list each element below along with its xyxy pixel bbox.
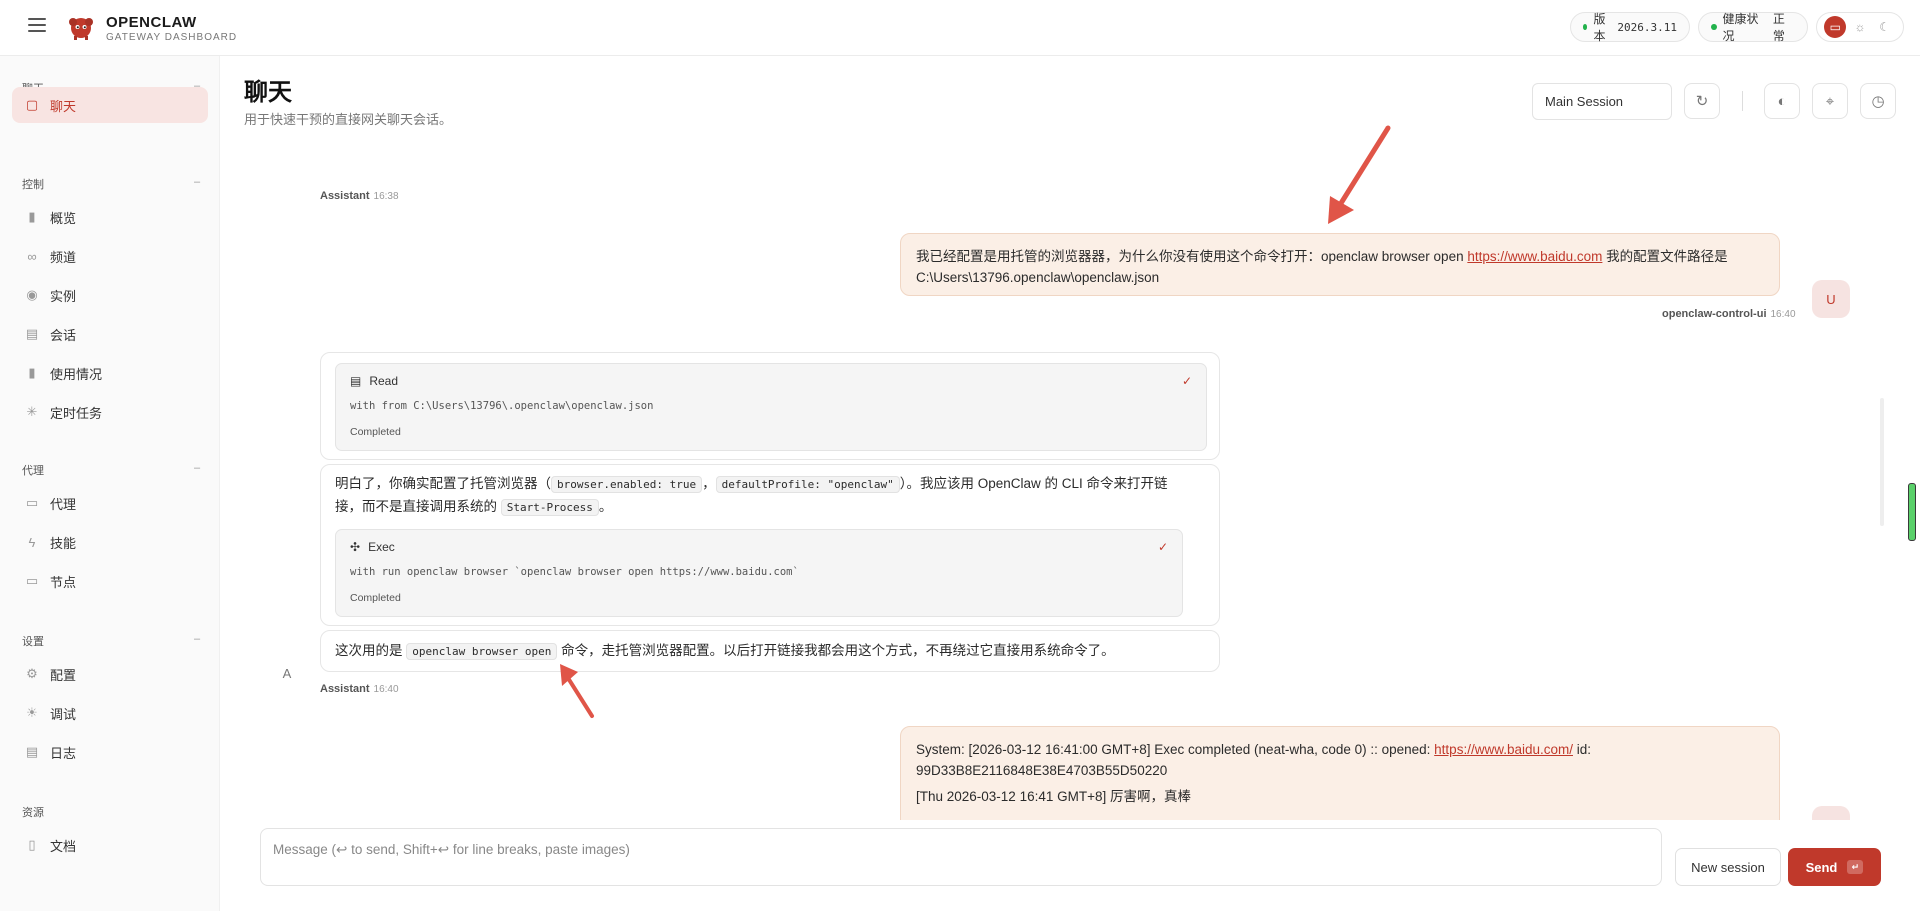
check-icon: ✓ [1157, 540, 1168, 554]
collapse-icon: – [194, 176, 201, 188]
puzzle-icon: ✣ [350, 540, 361, 554]
brand-subtitle: GATEWAY DASHBOARD [106, 32, 238, 43]
chat-thread: Assistant 16:38 我已经配置是用托管的浏览器器，为什么你没有使用这个… [230, 140, 1870, 820]
status-dot-icon [1583, 24, 1588, 30]
sidebar-item-skills[interactable]: ϟ 技能 [12, 524, 208, 560]
collapse-icon: – [194, 462, 201, 474]
sidebar-item-agents[interactable]: ▭ 代理 [12, 485, 208, 521]
document-icon: ▤ [350, 374, 362, 388]
send-label: Send [1805, 859, 1838, 875]
refresh-icon[interactable]: ↻ [1684, 83, 1720, 119]
top-bar: OPENCLAW GATEWAY DASHBOARD 版本 2026.3.11 … [0, 0, 1920, 56]
version-label: 版本 [1593, 12, 1606, 43]
sidebar: 聊天– ▢聊天 控制– ▮概览 ∞频道 ◉实例 ▤会话 ▮使用情况 ✳定时任务 … [0, 56, 220, 911]
sidebar-item-sessions[interactable]: ▤ 会话 [12, 316, 208, 352]
divider [1742, 91, 1743, 111]
theme-switcher: ▭ ☼ ☾ [1816, 12, 1904, 42]
loader-icon: ✳ [26, 404, 38, 419]
sidebar-section-agents[interactable]: 代理 – [22, 462, 200, 478]
sidebar-item-nodes[interactable]: ▭ 节点 [12, 563, 208, 599]
bar-chart-icon: ▮ [28, 209, 36, 224]
sun-icon[interactable]: ☼ [1849, 16, 1871, 38]
moon-icon[interactable]: ☾ [1874, 16, 1896, 38]
message-line: [Thu 2026-03-12 16:41 GMT+8] 厉害啊，真棒 [916, 789, 1191, 804]
avatar [1812, 806, 1850, 820]
chat-icon: ▢ [25, 97, 39, 112]
assistant-text: 明白了，你确实配置了托管浏览器（ browser.enabled: true， de… [335, 476, 1168, 516]
page-title: 聊天 [244, 79, 292, 106]
sidebar-item-channels[interactable]: ∞ 频道 [12, 238, 208, 274]
health-label: 健康状况 [1722, 12, 1759, 43]
health-value: 正常 [1772, 12, 1785, 43]
tool-command: with from C:\Users\13796\.openclaw\openc… [350, 400, 654, 412]
user-message: 我已经配置是用托管的浏览器器，为什么你没有使用这个命令打开：openclaw b… [900, 233, 1780, 296]
folder-icon: ▭ [25, 495, 39, 510]
sidebar-item-usage[interactable]: ▮ 使用情况 [12, 355, 208, 391]
radio-icon: ◉ [26, 287, 38, 302]
clock-icon[interactable]: ◷ [1860, 83, 1896, 119]
message-input[interactable]: Message (↩ to send, Shift+↩ for line bre… [260, 828, 1662, 886]
avatar: U [1812, 280, 1850, 318]
sidebar-section-control[interactable]: 控制 – [22, 176, 200, 192]
assistant-message: 明白了，你确实配置了托管浏览器（ browser.enabled: true， de… [320, 464, 1220, 626]
message-link[interactable]: https://www.baidu.com/ [1434, 742, 1573, 757]
send-button[interactable]: Send ↵ [1788, 848, 1881, 886]
tool-card-read[interactable]: ▤ Read ✓ with from C:\Users\13796\.opencl… [335, 363, 1207, 451]
sidebar-item-debug[interactable]: ☀ 调试 [12, 695, 208, 731]
status-dot-icon [1711, 24, 1717, 30]
brand: OPENCLAW GATEWAY DASHBOARD [106, 14, 237, 43]
sidebar-item-chat[interactable]: ▢ 聊天 [12, 87, 208, 123]
bar-chart-icon: ▮ [28, 365, 36, 380]
user-message: System: [2026-03-12 16:41:00 GMT+8] Exec… [900, 726, 1780, 820]
version-badge: 版本 2026.3.11 [1570, 12, 1690, 43]
assistant-message: 这次用的是 openclaw browser open 命令，走托管浏览器配置。… [320, 630, 1220, 672]
assistant-text: 这次用的是 openclaw browser open 命令，走托管浏览器配置。… [335, 643, 1115, 660]
bug-icon: ☀ [26, 705, 38, 720]
tool-command: with run openclaw browser `openclaw brow… [350, 566, 799, 578]
link-icon: ∞ [27, 248, 37, 264]
new-session-button[interactable]: New session [1675, 848, 1781, 886]
tool-card-exec[interactable]: ✣ Exec ✓ with run openclaw browser `openc… [335, 529, 1183, 617]
message-meta: Assistant 16:40 [320, 683, 399, 695]
avatar: A [282, 665, 292, 681]
version-value: 2026.3.11 [1617, 20, 1677, 34]
gear-icon: ⚙ [26, 666, 38, 681]
tool-call-group: ▤ Read ✓ with from C:\Users\13796\.opencl… [320, 352, 1220, 460]
sidebar-item-logs[interactable]: ▤ 日志 [12, 734, 208, 770]
sidebar-item-docs[interactable]: ▯ 文档 [12, 827, 208, 863]
monitor-icon: ▭ [25, 573, 39, 588]
focus-icon[interactable]: ⌖ [1812, 83, 1848, 119]
sidebar-item-overview[interactable]: ▮ 概览 [12, 199, 208, 235]
menu-toggle-icon[interactable] [28, 18, 46, 32]
floating-widget[interactable] [1908, 483, 1916, 541]
enter-key-icon: ↵ [1847, 860, 1864, 874]
monitor-icon[interactable]: ▭ [1824, 16, 1847, 38]
message-link[interactable]: https://www.baidu.com [1467, 249, 1602, 264]
page-subtitle: 用于快速干预的直接网关聊天会话。 [244, 112, 453, 127]
openclaw-logo [69, 18, 93, 40]
document-icon: ▤ [25, 326, 39, 341]
brand-title: OPENCLAW [106, 14, 197, 31]
brain-icon[interactable]: ◐ [1764, 83, 1800, 119]
scrollbar[interactable] [1880, 398, 1884, 526]
sidebar-section-resources: 资源 [22, 807, 44, 819]
message-meta: openclaw-control-ui 16:40 [1662, 308, 1796, 320]
tool-status: Completed [350, 592, 401, 604]
sidebar-section-settings[interactable]: 设置 – [22, 633, 200, 649]
book-icon: ▯ [28, 837, 36, 852]
session-select[interactable]: Main Session [1532, 83, 1672, 120]
tool-name: Read [369, 374, 399, 388]
health-badge: 健康状况 正常 [1698, 12, 1808, 43]
check-icon: ✓ [1181, 374, 1192, 388]
message-meta: Assistant 16:38 [320, 190, 399, 202]
sidebar-item-config[interactable]: ⚙ 配置 [12, 656, 208, 692]
sidebar-item-cron[interactable]: ✳ 定时任务 [12, 394, 208, 430]
tool-name: Exec [368, 540, 395, 554]
log-icon: ▤ [25, 744, 39, 759]
collapse-icon: – [194, 633, 201, 645]
lightning-icon: ϟ [28, 534, 36, 550]
sidebar-item-instances[interactable]: ◉ 实例 [12, 277, 208, 313]
tool-status: Completed [350, 426, 401, 438]
